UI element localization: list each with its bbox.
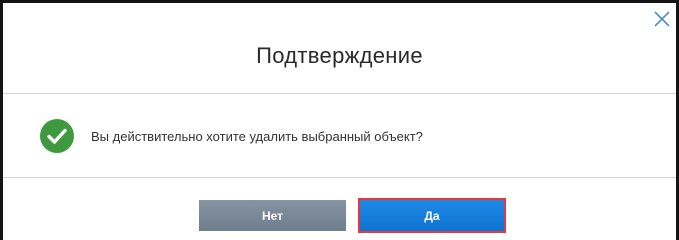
footer-divider [3, 177, 676, 178]
yes-button[interactable]: Да [358, 198, 506, 233]
message-row: Вы действительно хотите удалить выбранны… [39, 118, 423, 154]
check-circle-icon [40, 119, 74, 153]
confirm-message: Вы действительно хотите удалить выбранны… [91, 128, 423, 144]
no-button[interactable]: Нет [199, 200, 346, 231]
close-icon [654, 11, 670, 27]
dialog-title: Подтверждение [256, 43, 423, 68]
confirm-dialog: Подтверждение Вы действительно хотите уд… [0, 0, 679, 240]
header-divider [3, 93, 676, 94]
close-button[interactable] [652, 9, 672, 29]
